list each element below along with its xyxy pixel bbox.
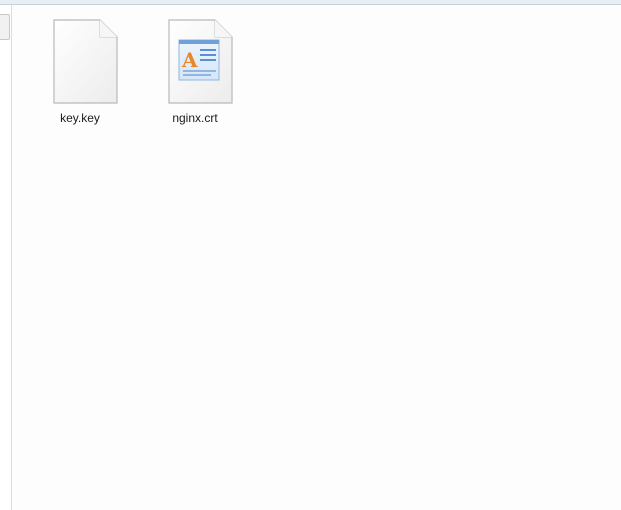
file-list-view: key.key A nginx.crt (13, 6, 621, 510)
wordpad-document-icon: A (168, 19, 233, 104)
file-name-label: key.key (60, 111, 100, 125)
blank-file-icon (53, 19, 118, 104)
navigation-pane (0, 5, 12, 510)
file-item-key[interactable]: key.key (33, 7, 127, 125)
navigation-pane-scrollbar[interactable] (0, 14, 10, 40)
explorer-window: key.key A nginx.crt (0, 0, 621, 510)
toolbar-edge (0, 0, 621, 5)
svg-text:A: A (181, 48, 198, 72)
file-item-nginx-crt[interactable]: A nginx.crt (148, 7, 242, 125)
file-name-label: nginx.crt (172, 111, 218, 125)
